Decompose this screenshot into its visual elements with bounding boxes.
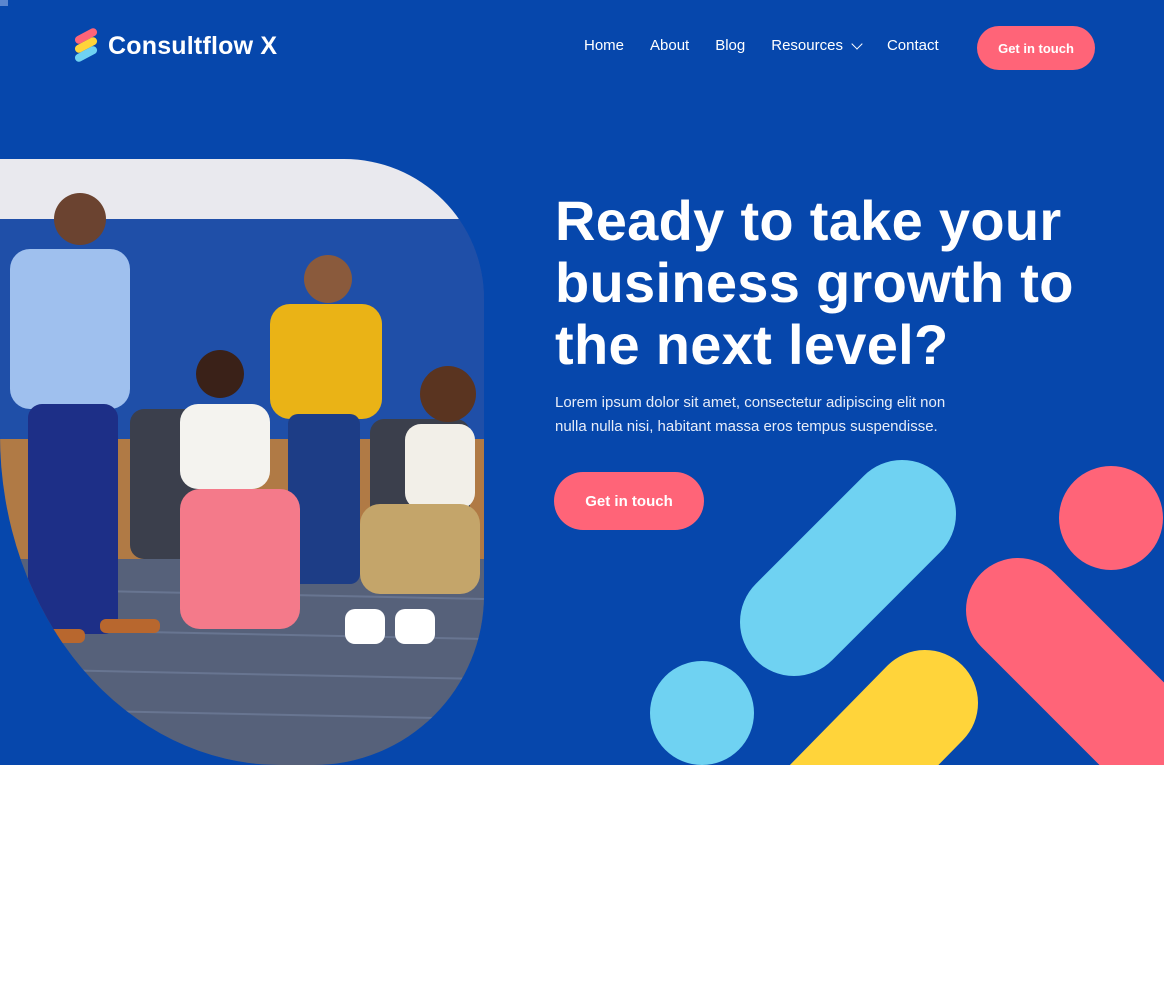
blue-circle-shape [650,661,754,765]
pink-circle-shape [1059,466,1163,570]
hero-section: Consultflow X Home About Blog Resources … [0,0,1164,765]
yellow-pill-shape [789,650,978,765]
decorative-shapes [650,460,1164,765]
pink-pill-shape [966,558,1164,765]
blue-pill-shape [740,460,956,676]
